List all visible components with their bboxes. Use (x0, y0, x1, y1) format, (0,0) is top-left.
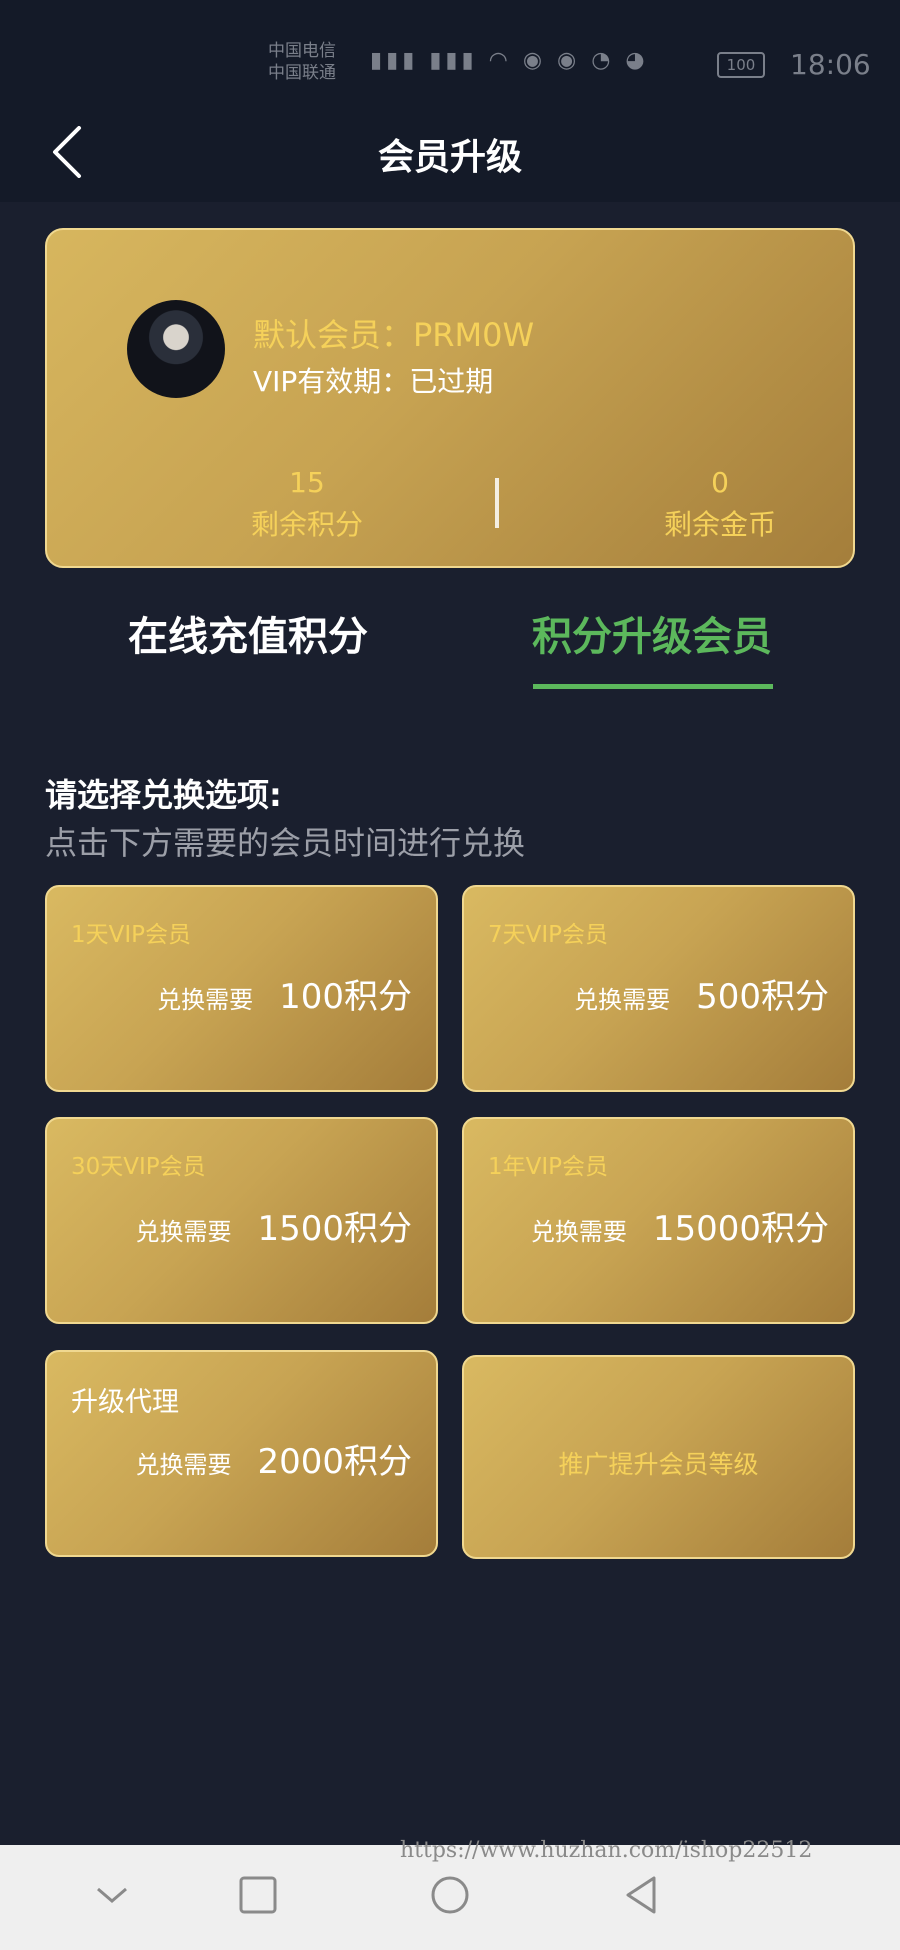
option-price: 15000积分 (652, 1209, 829, 1249)
recents-button[interactable] (213, 1845, 303, 1950)
member-card: 默认会员：PRM0W VIP有效期：已过期 15 剩余积分 0 剩余金币 (45, 228, 855, 568)
option-price: 500积分 (696, 977, 829, 1017)
option-price: 100积分 (279, 977, 412, 1017)
circle-icon (431, 1876, 469, 1914)
option-price: 1500积分 (257, 1209, 412, 1249)
coins-value: 0 (711, 466, 729, 499)
coins-label: 剩余金币 (663, 508, 776, 541)
square-icon (239, 1876, 277, 1914)
avatar (127, 300, 225, 398)
option-upgrade-agent[interactable]: 升级代理 兑换需要 2000积分 (45, 1350, 438, 1557)
carrier-info: 中国电信 中国联通 (268, 40, 336, 84)
tab-online-recharge[interactable]: 在线充值积分 (128, 604, 368, 662)
option-1-day-vip[interactable]: 1天VIP会员 兑换需要 100积分 (45, 885, 438, 1092)
option-price: 2000积分 (257, 1442, 412, 1482)
chevron-down-icon (97, 1887, 127, 1903)
carrier-2: 中国联通 (268, 63, 336, 83)
option-need-label: 兑换需要 (135, 1451, 232, 1479)
section-title: 请选择兑换选项: (45, 776, 282, 814)
option-promote-level[interactable]: 推广提升会员等级 (462, 1355, 855, 1559)
status-time: 18:06 (790, 48, 871, 81)
page-title: 会员升级 (377, 137, 522, 178)
stat-divider (495, 478, 499, 528)
header-bar: 会员升级 (0, 100, 900, 202)
battery-icon: 100 (717, 52, 765, 78)
member-name: 默认会员：PRM0W (253, 316, 535, 354)
option-30-day-vip[interactable]: 30天VIP会员 兑换需要 1500积分 (45, 1117, 438, 1324)
option-need-label: 兑换需要 (135, 1218, 232, 1246)
signal-wifi-icons: ▮▮▮ ▮▮▮ ◠ ◉ ◉ ◔ ◕ (370, 48, 649, 73)
remaining-points: 15 剩余积分 (182, 466, 432, 543)
option-name: 7天VIP会员 (488, 922, 609, 948)
status-bar: 中国电信 中国联通 ▮▮▮ ▮▮▮ ◠ ◉ ◉ ◔ ◕ 100 18:06 (0, 0, 900, 100)
triangle-back-icon (626, 1876, 656, 1914)
option-need-label: 兑换需要 (157, 986, 254, 1014)
option-name: 30天VIP会员 (71, 1154, 206, 1180)
option-name: 升级代理 (71, 1387, 179, 1418)
points-label: 剩余积分 (250, 508, 363, 541)
active-tab-indicator (533, 684, 773, 689)
watermark-text: https://www.huzhan.com/ishop22512 (400, 1838, 813, 1863)
option-7-day-vip[interactable]: 7天VIP会员 兑换需要 500积分 (462, 885, 855, 1092)
option-name: 推广提升会员等级 (558, 1450, 759, 1479)
option-1-year-vip[interactable]: 1年VIP会员 兑换需要 15000积分 (462, 1117, 855, 1324)
vip-expiry: VIP有效期：已过期 (253, 365, 494, 398)
remaining-coins: 0 剩余金币 (595, 466, 845, 543)
tab-points-upgrade[interactable]: 积分升级会员 (532, 604, 772, 662)
option-need-label: 兑换需要 (530, 1218, 627, 1246)
carrier-1: 中国电信 (268, 41, 336, 61)
points-value: 15 (289, 466, 325, 499)
section-subtitle: 点击下方需要的会员时间进行兑换 (45, 824, 526, 862)
option-need-label: 兑换需要 (574, 986, 671, 1014)
option-name: 1天VIP会员 (71, 922, 192, 948)
collapse-button[interactable] (67, 1845, 157, 1950)
option-name: 1年VIP会员 (488, 1154, 609, 1180)
